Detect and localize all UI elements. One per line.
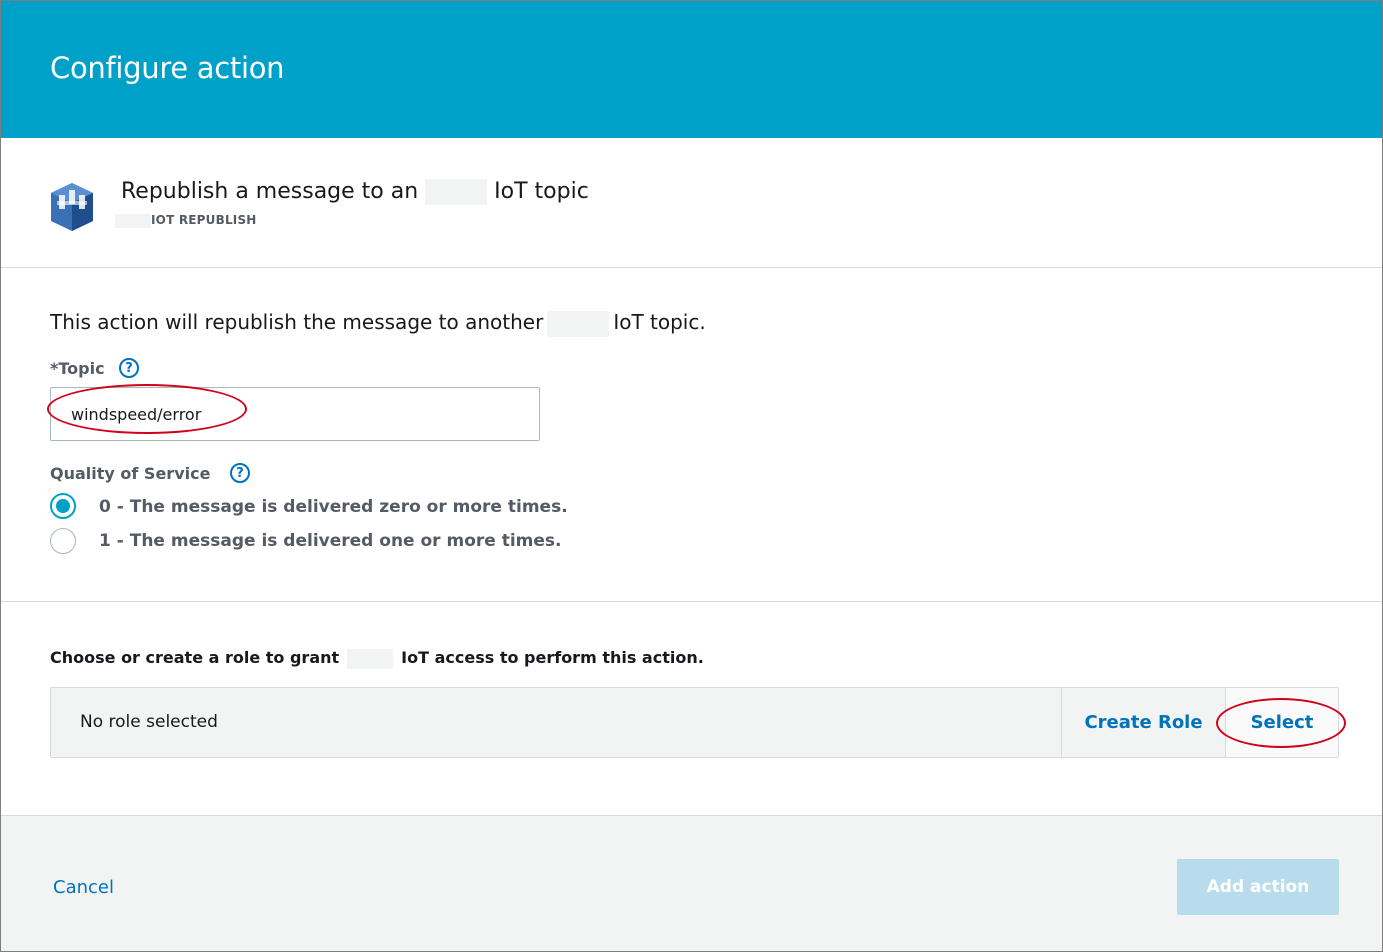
description-prefix: This action will republish the message t… — [50, 310, 544, 334]
dialog-footer: Cancel Add action — [1, 815, 1382, 951]
select-role-button[interactable]: Select — [1226, 688, 1338, 757]
role-selector: No role selected Create Role Select — [50, 687, 1339, 758]
action-title-prefix: Republish a message to an — [121, 179, 419, 204]
redacted-text — [425, 179, 488, 205]
role-prompt: Choose or create a role to grant IoT acce… — [50, 648, 704, 669]
action-subtitle: IOT REPUBLISH — [115, 213, 257, 228]
iot-republish-icon — [51, 183, 93, 231]
redacted-text — [547, 310, 610, 337]
cancel-button[interactable]: Cancel — [53, 877, 114, 898]
footer-divider — [1, 815, 1382, 816]
redacted-text — [115, 213, 151, 228]
qos-0-radio[interactable] — [50, 493, 76, 519]
add-action-button[interactable]: Add action — [1177, 859, 1339, 915]
qos-1-label[interactable]: 1 - The message is delivered one or more… — [99, 531, 561, 551]
section-divider — [1, 601, 1382, 602]
action-title-suffix: IoT topic — [494, 179, 589, 204]
dialog-header: Configure action — [1, 1, 1382, 138]
topic-help-icon[interactable]: ? — [119, 358, 139, 378]
section-divider — [1, 267, 1382, 268]
action-title: Republish a message to an IoT topic — [121, 179, 589, 205]
create-role-button[interactable]: Create Role — [1062, 688, 1225, 757]
qos-1-radio[interactable] — [50, 528, 76, 554]
configure-action-dialog: Configure action Republish a message to … — [0, 0, 1383, 952]
qos-0-label[interactable]: 0 - The message is delivered zero or mor… — [99, 497, 568, 517]
dialog-title: Configure action — [50, 51, 285, 85]
description-suffix: IoT topic. — [613, 310, 706, 334]
qos-label: Quality of Service — [50, 464, 211, 483]
role-prompt-suffix: IoT access to perform this action. — [401, 648, 704, 667]
qos-help-icon[interactable]: ? — [230, 463, 250, 483]
topic-label: *Topic — [50, 359, 105, 378]
redacted-text — [347, 648, 394, 669]
topic-input[interactable] — [50, 387, 540, 441]
role-status: No role selected — [80, 712, 218, 732]
action-subtitle-text: IOT REPUBLISH — [151, 213, 257, 227]
action-description: This action will republish the message t… — [50, 310, 706, 337]
role-prompt-prefix: Choose or create a role to grant — [50, 648, 340, 667]
